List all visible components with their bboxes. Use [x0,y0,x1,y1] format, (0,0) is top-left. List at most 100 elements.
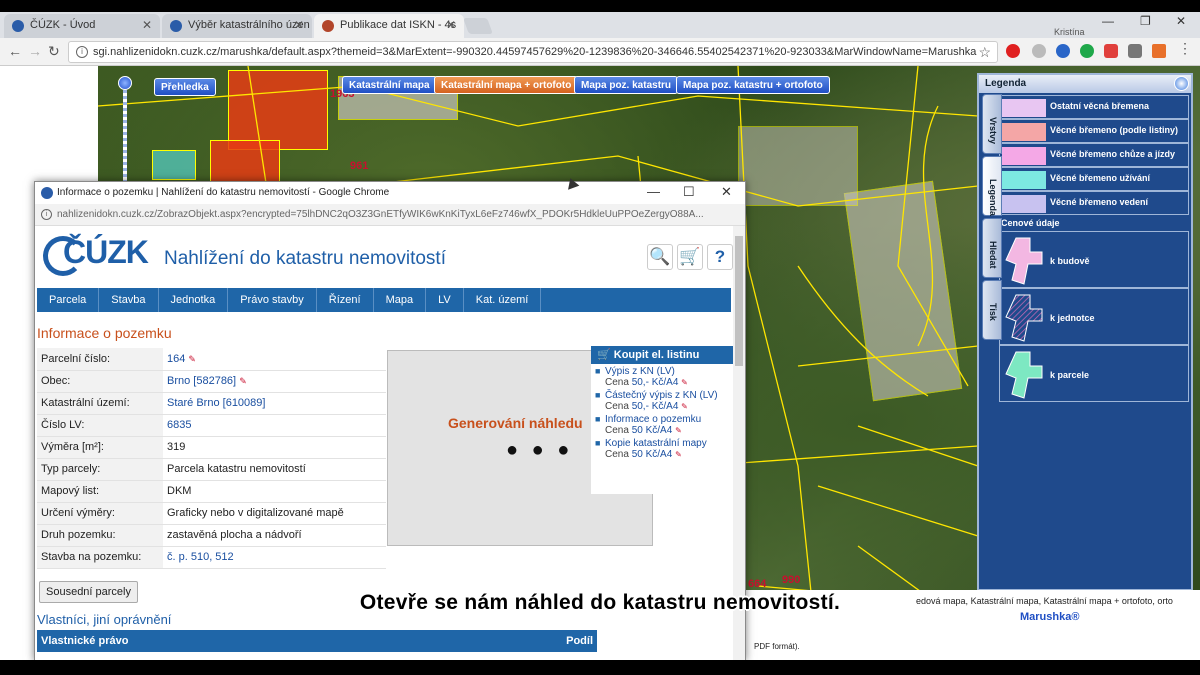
legend-swatch [1002,99,1046,117]
browser-toolbar: ← → ↻ i sgi.nahlizenidokn.cuzk.cz/marush… [0,38,1200,66]
edit-icon[interactable]: ✎ [239,376,247,386]
tab-legenda[interactable]: Legenda [982,156,1002,216]
tab-label: Legenda [988,179,998,217]
row-value: zastavěná plocha a nádvoří [163,524,386,547]
lv-link[interactable]: 6835 [167,419,191,431]
katastralni-mapa-button[interactable]: Katastrální mapa [342,76,437,94]
info-icon[interactable]: i [76,46,88,58]
buy-item-link[interactable]: Informace o pozemku [605,414,701,425]
browser-tab-active[interactable]: Publikace dat ISKN - 4s ✕ [314,14,464,38]
share-header-label: Podíl [566,635,593,647]
buy-item-link[interactable]: Kopie katastrální mapy [605,438,707,449]
legend-close-icon[interactable] [1174,76,1189,91]
buy-item-link[interactable]: Částečný výpis z KN (LV) [605,390,718,401]
buy-item: ■ Kopie katastrální mapy Cena 50 Kč/A4 ✎ [591,438,733,460]
parcel-info-table: Parcelní číslo: 164 ✎ Obec: Brno [582786… [37,348,386,569]
minimize-icon[interactable]: — [1102,14,1114,28]
stavba-link[interactable]: č. p. 510, 512 [167,551,234,563]
help-icon[interactable]: ? [707,244,733,270]
row-label: Parcelní číslo: [37,348,163,371]
nav-pravo-stavby[interactable]: Právo stavby [228,288,317,312]
user-profile-name[interactable]: Kristína [1054,27,1085,37]
browser-tab[interactable]: ČÚZK - Úvod ✕ [4,14,160,38]
info-icon[interactable]: i [41,209,52,220]
zoom-in-icon[interactable] [118,76,132,90]
tab-label: Hledat [988,241,998,269]
mail-extension-icon[interactable] [1152,44,1166,58]
katastralni-uzemi-link[interactable]: Staré Brno [610089] [167,397,265,409]
edit-icon[interactable]: ✎ [681,378,688,387]
tab-vrstvy[interactable]: Vrstvy [982,94,1002,154]
row-value: 6835 [163,414,386,437]
bookmark-star-icon[interactable]: ☆ [978,44,991,61]
price-link[interactable]: 50 Kč/A4 [632,449,673,460]
row-label: Určení výměry: [37,502,163,525]
nav-stavba[interactable]: Stavba [99,288,159,312]
price-label: Cena [605,401,629,412]
row-label: Katastrální území: [37,392,163,415]
close-icon[interactable]: ✕ [721,184,732,200]
close-icon[interactable]: ✕ [142,18,152,32]
grammarly-extension-icon[interactable] [1080,44,1094,58]
maximize-icon[interactable]: ☐ [683,184,695,200]
buy-item-link[interactable]: Výpis z KN (LV) [605,366,675,377]
nav-kat-uzemi[interactable]: Kat. území [464,288,542,312]
scrollbar-thumb[interactable] [735,236,743,366]
katastralni-mapa-ortofoto-button[interactable]: Katastrální mapa + ortofoto [434,76,579,94]
play-extension-icon[interactable] [1056,44,1070,58]
nav-parcela[interactable]: Parcela [37,288,100,312]
edit-icon[interactable]: ✎ [681,402,688,411]
legend-item-label: k budově [1050,256,1090,266]
table-row: Výměra [m²]: 319 [37,436,386,459]
nav-rizeni[interactable]: Řízení [317,288,374,312]
minimize-icon[interactable]: — [647,184,660,199]
video-extension-icon[interactable] [1104,44,1118,58]
share-extension-icon[interactable] [1128,44,1142,58]
edit-icon[interactable]: ✎ [675,450,682,459]
tab-hledat[interactable]: Hledat [982,218,1002,278]
tab-tisk[interactable]: Tisk [982,280,1002,340]
close-window-icon[interactable]: ✕ [1176,14,1186,28]
opera-extension-icon[interactable] [1006,44,1020,58]
price-link[interactable]: 50 Kč/A4 [632,425,673,436]
edit-icon[interactable]: ✎ [675,426,682,435]
reload-icon[interactable]: ↻ [48,43,60,60]
tab-title: Publikace dat ISKN - 4s [340,19,457,31]
search-icon[interactable]: 🔍 [647,244,673,270]
close-icon[interactable]: ✕ [294,18,304,32]
row-label: Stavba na pozemku: [37,546,163,569]
legend-section-title: Cenové údaje [1001,218,1060,228]
maximize-icon[interactable]: ❐ [1140,14,1151,28]
nav-mapa[interactable]: Mapa [374,288,427,312]
prehledka-button[interactable]: Přehledka [154,78,216,96]
mapa-poz-katastru-ortofoto-button[interactable]: Mapa poz. katastru + ortofoto [676,76,830,94]
price-link[interactable]: 50,- Kč/A4 [632,377,679,388]
row-label: Výměra [m²]: [37,436,163,459]
nav-jednotka[interactable]: Jednotka [159,288,229,312]
cuzk-favicon-icon [12,20,24,32]
nav-lv[interactable]: LV [426,288,464,312]
legend-item: k budově [999,231,1189,288]
address-bar[interactable]: i sgi.nahlizenidokn.cuzk.cz/marushka/def… [68,41,998,63]
table-row: Číslo LV: 6835 [37,414,386,437]
menu-icon[interactable]: ⋮ [1178,40,1192,56]
legend-item: Věcné břemeno chůze a jízdy [999,143,1189,167]
cuzk-logo[interactable]: ČÚZK [63,234,149,271]
extension-icon[interactable] [1032,44,1046,58]
edit-icon[interactable]: ✎ [188,354,196,364]
buy-document-box: 🛒 Koupit el. listinu ■ Výpis z KN (LV) C… [591,346,733,494]
new-tab-button[interactable] [463,18,493,34]
legend-title: Legenda [979,75,1191,93]
obec-link[interactable]: Brno [582786] [167,375,236,387]
price-link[interactable]: 50,- Kč/A4 [632,401,679,412]
cart-icon[interactable]: 🛒 [677,244,703,270]
popup-address-bar[interactable]: i nahlizenidokn.cuzk.cz/ZobrazObjekt.asp… [35,204,745,226]
buy-item: ■ Výpis z KN (LV) Cena 50,- Kč/A4 ✎ [591,366,733,388]
forward-icon[interactable]: → [28,43,42,59]
back-icon[interactable]: ← [8,43,22,59]
close-icon[interactable]: ✕ [446,18,456,32]
popup-titlebar: Informace o pozemku | Nahlížení do katas… [35,182,745,204]
mapa-poz-katastru-button[interactable]: Mapa poz. katastru [574,76,679,94]
parcel-number-link[interactable]: 164 [167,353,185,365]
browser-tab[interactable]: Výběr katastrálního úzen ✕ [162,14,312,38]
